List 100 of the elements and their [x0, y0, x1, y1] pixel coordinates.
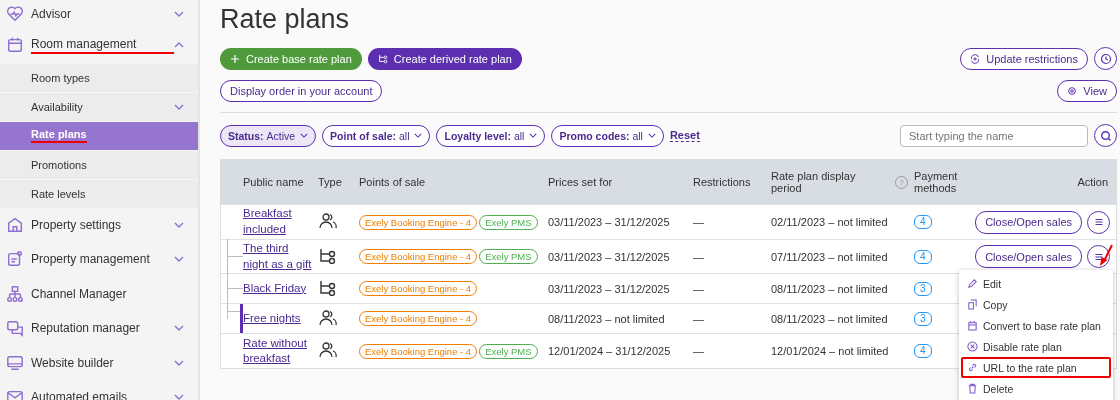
column-header: Action	[1077, 176, 1108, 188]
sidebar-label: Room management	[31, 36, 174, 54]
menu-item[interactable]: URL to the rate plan	[961, 357, 1111, 378]
sidebar-item[interactable]: Website builder	[0, 345, 198, 380]
refresh-icon	[970, 53, 981, 64]
table-cell-text: 02/11/2023 – not limited	[771, 215, 889, 229]
sidebar-subitem[interactable]: Promotions	[0, 149, 198, 179]
menu-item[interactable]: Copy	[961, 294, 1111, 315]
sidebar-subitem[interactable]: Rate plans	[0, 120, 198, 150]
rate-plan-link[interactable]: Black Friday	[243, 280, 307, 297]
sidebar-label: Rate levels	[31, 187, 86, 200]
sidebar-label: Room types	[31, 71, 90, 84]
update-restrictions-button[interactable]: Update restrictions	[960, 47, 1088, 70]
branch-icon	[318, 279, 338, 296]
rate-plan-link[interactable]: Rate without breakfast	[243, 335, 312, 367]
column-header: Payment methods	[914, 170, 959, 194]
display-order-button[interactable]: Display order in your account	[220, 80, 383, 102]
link-icon	[967, 362, 978, 373]
sidebar-subitem[interactable]: Availability	[0, 91, 198, 121]
branch-icon	[377, 53, 388, 64]
sidebar-subitem[interactable]: Rate levels	[0, 178, 198, 208]
rate-plan-link[interactable]: The third night as a gift	[243, 241, 312, 273]
clock-icon	[1099, 52, 1112, 65]
menu-item[interactable]: Delete	[961, 378, 1111, 399]
close-open-sales-button[interactable]: Close/Open sales	[975, 210, 1082, 234]
table-cell-text: 08/11/2023 – not limited	[548, 311, 666, 326]
payment-count: 4	[914, 215, 932, 229]
create-derived-button[interactable]: Create derived rate plan	[367, 47, 522, 70]
trash-icon	[967, 383, 978, 394]
menu-button[interactable]	[1087, 210, 1110, 234]
table-cell-text: 03/11/2023 – 31/12/2025	[548, 215, 671, 229]
menu-item[interactable]: Convert to base rate plan	[961, 315, 1111, 336]
sidebar-label: Website builder	[31, 355, 115, 370]
chevron-icon	[529, 133, 538, 138]
sidebar-item[interactable]: Property settings	[0, 207, 198, 242]
sidebar-item[interactable]: Room management	[0, 28, 198, 63]
card-icon	[6, 250, 24, 269]
payment-count: 4	[914, 249, 932, 264]
sidebar-item[interactable]: Reputation manager	[0, 311, 198, 346]
sidebar-item[interactable]: Channel Manager	[0, 276, 198, 311]
people-icon	[318, 342, 338, 359]
table-cell-text: 12/01/2024 – 31/12/2025	[548, 344, 672, 359]
column-header: Points of sale	[359, 176, 426, 188]
table-cell-text: 08/11/2023 – not limited	[771, 281, 889, 296]
reset-link[interactable]: Reset	[669, 129, 700, 142]
tree-line	[227, 239, 243, 274]
page-title: Rate plans	[220, 4, 351, 35]
table-cell-text: —	[693, 311, 705, 326]
home-icon	[6, 215, 24, 234]
menu-label: URL to the rate plan	[983, 361, 1077, 374]
sidebar-label: Promotions	[31, 158, 87, 171]
table-cell-text: —	[693, 344, 705, 359]
menu-label: Convert to base rate plan	[983, 319, 1101, 332]
rate-plan-link[interactable]: Breakfast included	[243, 206, 312, 238]
filter-dropdown[interactable]: Promo codes: all	[551, 124, 664, 147]
column-header: Restrictions	[693, 176, 751, 188]
sitemap-icon	[6, 284, 24, 303]
menu-item[interactable]: Disable rate plan	[961, 336, 1111, 357]
annotation-arrow	[1098, 244, 1114, 268]
calendar-icon	[6, 36, 24, 55]
table-cell-text: —	[693, 215, 705, 229]
plus-icon	[230, 53, 240, 64]
filter-dropdown[interactable]: Status: Active	[220, 124, 317, 147]
people-icon	[318, 213, 338, 229]
pencil-icon	[967, 278, 978, 289]
column-header: Rate plan display period	[771, 170, 857, 194]
payment-count: 4	[914, 344, 932, 359]
sidebar-item[interactable]: Property management	[0, 242, 198, 277]
table-cell-text: 08/11/2023 – not limited	[771, 311, 889, 326]
menu-item[interactable]: Edit	[961, 273, 1111, 294]
view-button[interactable]: View	[1057, 80, 1117, 102]
table-cell-text: 12/01/2024 – not limited	[771, 344, 890, 359]
column-header: Prices set for	[548, 176, 613, 188]
search-icon	[1099, 129, 1112, 142]
table-cell-text: 07/11/2023 – not limited	[771, 249, 889, 264]
history-button[interactable]	[1094, 47, 1117, 70]
monitor-icon	[6, 353, 24, 372]
sidebar-label: Reputation manager	[31, 321, 141, 336]
search-button[interactable]	[1094, 124, 1117, 147]
people-icon	[318, 309, 338, 326]
table-cell-text: —	[693, 281, 705, 296]
sidebar-label: Rate plans	[31, 128, 87, 143]
xcircle-icon	[967, 341, 978, 352]
heart-icon	[6, 5, 24, 23]
payment-count: 3	[914, 281, 932, 296]
rate-plan-link[interactable]: Free nights	[243, 310, 301, 327]
menu-label: Copy	[983, 298, 1008, 311]
search-field[interactable]: Start typing the name	[900, 124, 1088, 147]
column-header: Type	[318, 176, 342, 188]
filter-dropdown[interactable]: Loyalty level: all	[436, 124, 546, 147]
chevron-icon	[300, 133, 309, 138]
sidebar-subitem[interactable]: Room types	[0, 62, 198, 92]
menu-label: Edit	[983, 277, 1002, 290]
column-header: Public name	[243, 176, 304, 188]
filter-dropdown[interactable]: Point of sale: all	[322, 124, 431, 147]
sidebar-item[interactable]: Advisor	[0, 0, 198, 28]
table-cell-text: 03/11/2023 – 31/12/2025	[548, 281, 671, 296]
close-open-sales-button[interactable]: Close/Open sales	[975, 245, 1082, 268]
gear-icon	[1067, 86, 1078, 96]
menu-label: Disable rate plan	[983, 340, 1062, 353]
